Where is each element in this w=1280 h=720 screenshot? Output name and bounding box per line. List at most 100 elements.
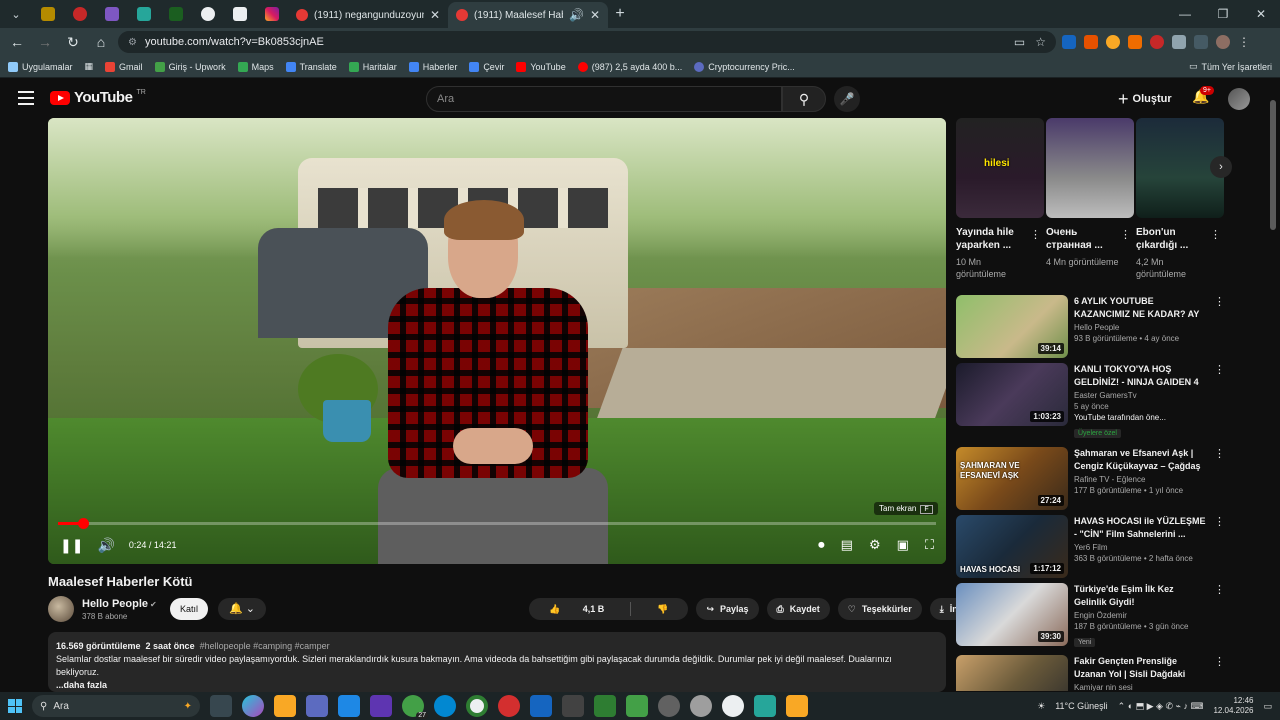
reload-button[interactable]: ↻ <box>62 34 84 51</box>
forward-button[interactable]: → <box>34 34 56 50</box>
page-scrollbar[interactable] <box>1270 100 1276 230</box>
steam-icon[interactable] <box>530 695 552 717</box>
subtitles-icon[interactable]: ▤ <box>841 537 853 553</box>
copilot-icon[interactable] <box>242 695 264 717</box>
tray-icons[interactable]: ⌃ ◐ ⬒ ▶ ◈ ✆ ⌁ ♪ ⌨ <box>1118 701 1204 712</box>
notifications-button[interactable]: 🔔 9+ <box>1192 86 1214 105</box>
description-box[interactable]: 16.569 görüntüleme 2 saat önce #hellopeo… <box>48 632 946 692</box>
bookmark-cevir[interactable]: Çevir <box>469 61 504 72</box>
pinned-tab[interactable] <box>96 0 128 28</box>
close-window-button[interactable]: ✕ <box>1242 0 1280 28</box>
bookmark-haritalar[interactable]: Haritalar <box>348 61 397 72</box>
whatsapp-icon[interactable]: 27 <box>402 695 428 719</box>
extension-icon[interactable] <box>1062 35 1076 49</box>
clock[interactable]: 12:46 12.04.2026 <box>1213 696 1253 716</box>
store-icon[interactable] <box>306 695 328 717</box>
more-vertical-icon[interactable]: ⋮ <box>1030 228 1041 241</box>
more-vertical-icon[interactable]: ⋮ <box>1120 228 1131 241</box>
search-input[interactable]: Ara <box>426 86 782 112</box>
close-tab-icon[interactable]: ✕ <box>590 8 600 22</box>
pinned-tab[interactable] <box>192 0 224 28</box>
show-more-link[interactable]: ...daha fazla <box>56 679 938 692</box>
youtube-logo[interactable]: YouTube TR <box>50 89 146 106</box>
bookmark-grid[interactable]: ▦ <box>85 61 94 72</box>
chrome-icon[interactable] <box>466 695 488 717</box>
menu-icon[interactable] <box>18 91 34 105</box>
more-vertical-icon[interactable]: ⋮ <box>1210 228 1221 241</box>
back-button[interactable]: ← <box>6 34 28 50</box>
nvidia-icon[interactable] <box>594 695 616 717</box>
more-vertical-icon[interactable]: ⋮ <box>1214 515 1225 528</box>
voice-search-button[interactable]: 🎤 <box>834 86 860 112</box>
more-vertical-icon[interactable]: ⋮ <box>1214 295 1225 308</box>
extension-icon[interactable] <box>1128 35 1142 49</box>
app-icon[interactable] <box>658 695 680 717</box>
bookmark-apps[interactable]: Uygulamalar <box>8 61 73 72</box>
close-tab-icon[interactable]: ✕ <box>430 8 440 22</box>
bookmark-translate[interactable]: Translate <box>285 61 337 72</box>
recommendation-item[interactable]: ŞAHMARAN VE EFSANEVİ AŞK 27:24 Şahmaran … <box>956 447 1226 511</box>
app-icon[interactable] <box>722 695 744 717</box>
more-vertical-icon[interactable]: ⋮ <box>1214 583 1225 596</box>
recommendation-item[interactable]: 39:30 Türkiye'de Eşim İlk Kez Gelinlik G… <box>956 583 1226 647</box>
more-vertical-icon[interactable]: ⋮ <box>1214 363 1225 376</box>
file-explorer-icon[interactable] <box>274 695 296 717</box>
share-button[interactable]: ↪ Paylaş <box>696 598 759 620</box>
save-button[interactable]: ⎙ Kaydet <box>766 598 830 620</box>
channel-avatar[interactable] <box>48 596 74 622</box>
bookmark-star-icon[interactable]: ☆ <box>1035 35 1046 49</box>
profile-icon[interactable] <box>1216 35 1230 49</box>
pinned-tab[interactable] <box>256 0 288 28</box>
bookmark-youtube-2[interactable]: (987) 2,5 ayda 400 b... <box>577 61 682 72</box>
thanks-button[interactable]: ♡ Teşekkürler <box>837 598 922 620</box>
notification-center-icon[interactable]: ▭ <box>1263 701 1272 712</box>
bookmark-haberler[interactable]: Haberler <box>408 61 457 72</box>
hashtags[interactable]: #hellopeople #camping #camper <box>200 641 330 651</box>
more-vertical-icon[interactable]: ⋮ <box>1214 655 1225 668</box>
bookmark-upwork[interactable]: Giriş - Upwork <box>154 61 226 72</box>
pinned-tab[interactable] <box>128 0 160 28</box>
recommendation-item[interactable]: 39:14 6 AYLIK YOUTUBE KAZANCIMIZ NE KADA… <box>956 295 1226 359</box>
like-button[interactable]: 👍 4,1 B <box>529 598 624 620</box>
all-bookmarks[interactable]: ▭ Tüm Yer İşaretleri <box>1189 61 1272 72</box>
video-player[interactable]: Tam ekran F ❚❚ 🔊 0:24 / 14:21 ⏺ ▤ ⚙ ▣ ⛶ <box>48 118 946 564</box>
outlook-icon[interactable] <box>338 695 360 717</box>
dislike-button[interactable]: 👎 <box>637 598 688 620</box>
more-vertical-icon[interactable]: ⋮ <box>1214 447 1225 460</box>
create-button[interactable]: + Oluştur <box>1118 88 1172 110</box>
progress-bar[interactable] <box>58 518 936 529</box>
bookmark-gmail[interactable]: Gmail <box>105 61 143 72</box>
tab-search-button[interactable]: ⌄ <box>0 0 32 28</box>
volume-button[interactable]: 🔊 <box>97 537 114 554</box>
pause-button[interactable]: ❚❚ <box>60 537 83 554</box>
extension-icon[interactable] <box>1106 35 1120 49</box>
join-button[interactable]: Katıl <box>170 598 209 620</box>
weather-text[interactable]: 11°C Güneşli <box>1055 701 1107 711</box>
speaker-icon[interactable]: 🔊 <box>569 8 584 22</box>
site-info-icon[interactable]: ⚙ <box>128 37 137 48</box>
home-button[interactable]: ⌂ <box>90 34 112 50</box>
bookmark-maps[interactable]: Maps <box>237 61 274 72</box>
restore-button[interactable]: ❐ <box>1204 0 1242 28</box>
app-icon[interactable] <box>786 695 808 717</box>
app-icon[interactable] <box>754 695 776 717</box>
windows-start-icon[interactable] <box>8 699 22 713</box>
extension-icon[interactable] <box>1084 35 1098 49</box>
address-bar[interactable]: ⚙ youtube.com/watch?v=Bk0853cjnAE ▭ ☆ <box>118 31 1056 53</box>
taskbar-search[interactable]: ⚲ Ara ✦ <box>32 695 200 717</box>
teams-icon[interactable] <box>370 695 392 717</box>
app-icon[interactable] <box>690 695 712 717</box>
browser-menu-icon[interactable]: ⋮ <box>1238 35 1250 49</box>
cast-icon[interactable]: ▭ <box>1014 35 1025 49</box>
settings-gear-icon[interactable]: ⚙ <box>869 537 881 553</box>
pinned-tab[interactable] <box>64 0 96 28</box>
scrubber-handle[interactable] <box>77 518 89 529</box>
pinned-tab[interactable] <box>32 0 64 28</box>
play-icon[interactable] <box>626 695 648 717</box>
recommendation-item[interactable]: HAVAS HOCASI 1:17:12 HAVAS HOCASI ile YÜ… <box>956 515 1226 579</box>
account-avatar[interactable] <box>1228 88 1250 110</box>
edge-icon[interactable] <box>434 695 456 717</box>
browser-tab-active[interactable]: (1911) Maalesef Haberler K 🔊 ✕ <box>448 2 608 28</box>
autoplay-toggle[interactable]: ⏺ <box>818 537 825 553</box>
search-button[interactable]: ⚲ <box>782 86 826 112</box>
